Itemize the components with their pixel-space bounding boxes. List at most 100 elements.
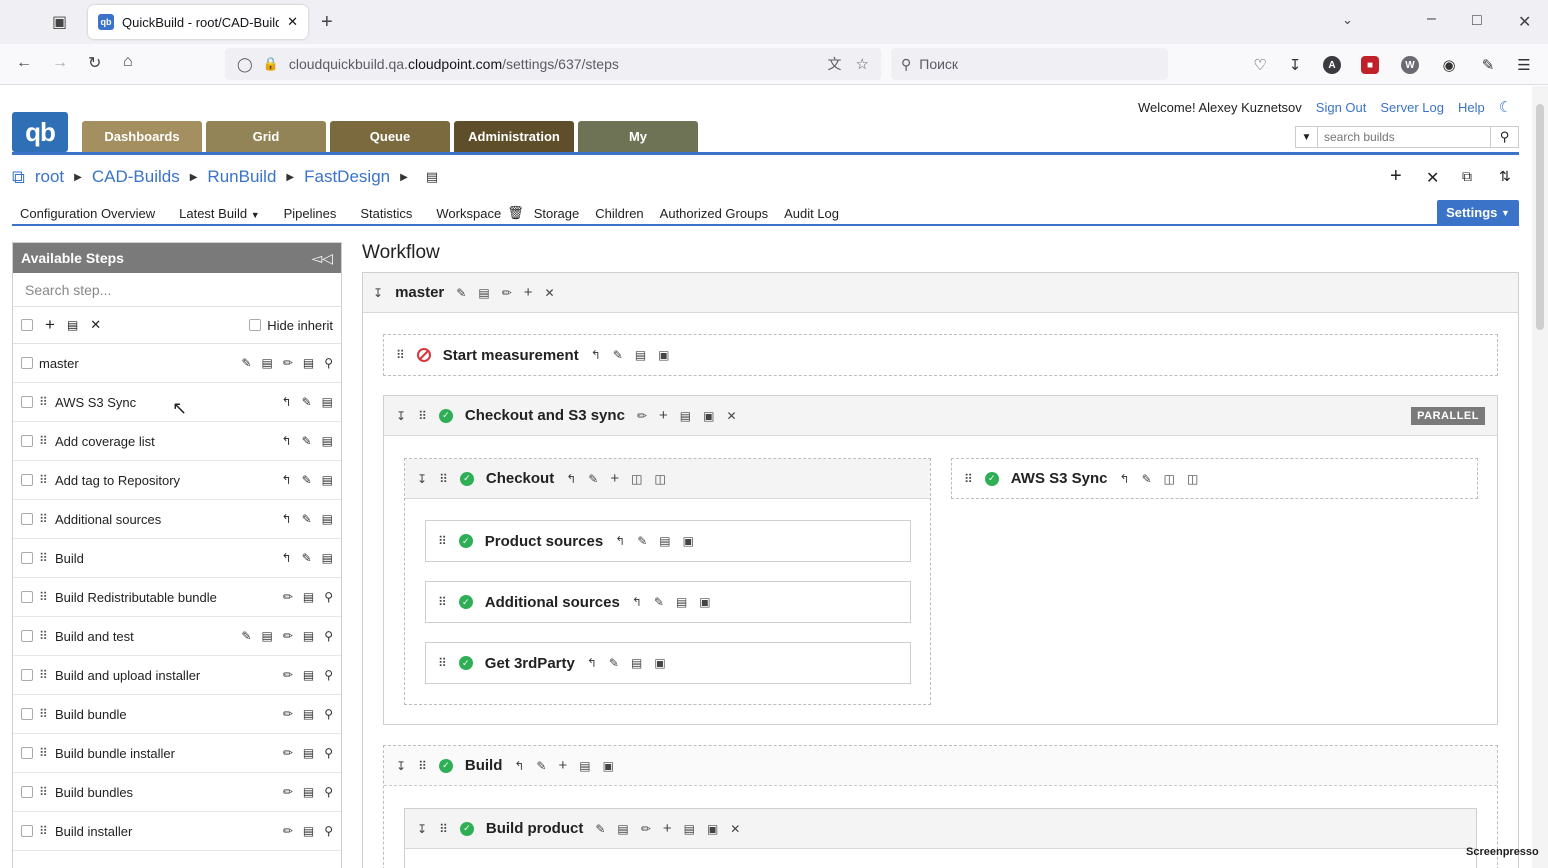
back-icon[interactable]: ←	[16, 54, 32, 72]
copy-config-icon[interactable]: ⧉	[12, 167, 25, 188]
pencil-icon[interactable]: ✏	[283, 356, 293, 370]
wrap-parallel-icon[interactable]: ◫	[1164, 472, 1175, 486]
close-tab-icon[interactable]: ✕	[287, 14, 298, 30]
breadcrumb-separator-icon[interactable]: ▶	[400, 172, 408, 183]
step-name[interactable]: Build installer	[55, 824, 277, 839]
step-name[interactable]: Build Redistributable bundle	[55, 590, 277, 605]
copy-icon[interactable]: ▤	[631, 656, 642, 670]
checkout-child-node[interactable]: ⠿ ✓ Additional sources ↰ ✎ ▤ ▣	[425, 581, 911, 623]
edit-icon[interactable]: ✎	[302, 434, 312, 448]
server-log-link[interactable]: Server Log	[1380, 100, 1444, 115]
copy-icon[interactable]: ▤	[303, 668, 314, 682]
pocket-icon[interactable]: ♡	[1249, 54, 1271, 76]
step-checkbox[interactable]	[21, 396, 33, 408]
copy-icon[interactable]: ▤	[303, 785, 314, 799]
downloads-icon[interactable]: ↧	[1284, 54, 1306, 76]
settings-button[interactable]: Settings ▼	[1437, 200, 1519, 225]
aws-s3-sync-name[interactable]: AWS S3 Sync	[1011, 470, 1108, 487]
drag-handle-icon[interactable]: ⠿	[39, 395, 49, 409]
url-bar[interactable]: ◯ 🔒 cloudquickbuild.qa. cloudpoint.com/se…	[225, 48, 881, 80]
subnav-children[interactable]: Children	[595, 206, 643, 221]
ublock-icon[interactable]: ■	[1359, 54, 1381, 76]
translate-icon[interactable]: 文	[828, 54, 842, 74]
pencil-icon[interactable]: ✏	[283, 590, 293, 604]
extension-w-icon[interactable]: W	[1399, 54, 1421, 76]
copy-icon[interactable]: ▤	[322, 434, 333, 448]
browser-search-bar[interactable]: ⚲ Поиск	[891, 48, 1168, 80]
step-checkbox[interactable]	[21, 513, 33, 525]
drag-handle-icon[interactable]: ⠿	[418, 759, 427, 773]
edit-icon[interactable]: ✎	[613, 348, 623, 362]
step-row[interactable]: ⠿ Build and test ✎ ▤ ✏ ▤ ⚲	[13, 617, 341, 656]
edit-icon[interactable]: ✎	[609, 656, 619, 670]
step-row[interactable]: ⠿ Build Redistributable bundle ✏ ▤ ⚲	[13, 578, 341, 617]
delete-config-icon[interactable]: ✕	[1426, 168, 1439, 188]
start-measurement-node[interactable]: ⠿ Start measurement ↰ ✎ ▤ ▣	[383, 334, 1498, 376]
step-row[interactable]: ⠿ Build and upload installer ✏ ▤ ⚲	[13, 656, 341, 695]
search-scope-dropdown-icon[interactable]: ▼	[1296, 127, 1318, 147]
help-link[interactable]: Help	[1458, 100, 1485, 115]
add-child-icon[interactable]: +	[659, 407, 668, 424]
edit-icon[interactable]: ✎	[241, 356, 251, 370]
master-step-name[interactable]: master	[395, 284, 444, 301]
remove-icon[interactable]: ✕	[545, 286, 555, 300]
copy-steps-icon[interactable]: ▤	[67, 318, 78, 332]
subnav-authorized-groups[interactable]: Authorized Groups	[660, 206, 768, 221]
step-name[interactable]: Additional sources	[55, 512, 276, 527]
view-icon[interactable]: ⚲	[324, 356, 333, 370]
subnav-latest-build[interactable]: Latest Build ▼	[171, 206, 259, 221]
inherit-icon[interactable]: ↰	[632, 595, 642, 609]
nav-tab-administration[interactable]: Administration	[454, 121, 574, 152]
step-checkbox[interactable]	[21, 825, 33, 837]
inherit-icon[interactable]: ↰	[282, 395, 292, 409]
step-name[interactable]: Build and test	[55, 629, 235, 644]
drag-handle-icon[interactable]: ⠿	[39, 746, 49, 760]
view-icon[interactable]: ⚲	[324, 629, 333, 643]
step-checkbox[interactable]	[21, 747, 33, 759]
start-measurement-name[interactable]: Start measurement	[443, 347, 579, 364]
copy-icon[interactable]: ▤	[322, 395, 333, 409]
wrap-icon[interactable]: ▣	[683, 534, 694, 548]
step-search-input[interactable]: Search step...	[13, 273, 341, 307]
pencil-icon[interactable]: ✏	[502, 286, 512, 300]
step-name[interactable]: Build and upload installer	[55, 668, 277, 683]
inherit-icon[interactable]: ↰	[591, 348, 601, 362]
copy-icon[interactable]: ▤	[303, 356, 314, 370]
home-icon[interactable]: ⌂	[123, 53, 133, 71]
copy-icon[interactable]: ▤	[684, 822, 695, 836]
build-name[interactable]: Build	[465, 757, 503, 774]
drag-handle-icon[interactable]: ⠿	[39, 551, 49, 565]
view-icon[interactable]: ⚲	[324, 824, 333, 838]
new-tab-icon[interactable]: +	[321, 11, 333, 34]
theme-moon-icon[interactable]: ☾	[1499, 98, 1512, 116]
page-scrollbar[interactable]	[1532, 86, 1548, 868]
step-checkbox[interactable]	[21, 435, 33, 447]
breadcrumb-runbuild[interactable]: RunBuild	[207, 167, 276, 187]
document-icon[interactable]: ▤	[261, 629, 272, 643]
edit-icon[interactable]: ✎	[595, 822, 605, 836]
checkout-name[interactable]: Checkout	[486, 470, 554, 487]
edit-icon[interactable]: ✎	[1142, 472, 1152, 486]
drag-handle-icon[interactable]: ⠿	[439, 822, 448, 836]
edit-icon[interactable]: ✎	[302, 395, 312, 409]
wrap-icon[interactable]: ▣	[703, 409, 714, 423]
document-icon[interactable]: ▤	[478, 286, 489, 300]
view-icon[interactable]: ⚲	[324, 707, 333, 721]
browser-tab[interactable]: qb QuickBuild - root/CAD-Builds/R ✕	[88, 5, 308, 39]
pencil-icon[interactable]: ✏	[283, 746, 293, 760]
wrap-sequential-icon[interactable]: ◫	[654, 472, 665, 486]
select-all-checkbox[interactable]	[21, 319, 33, 331]
inherit-icon[interactable]: ↰	[566, 472, 576, 486]
copy-icon[interactable]: ▤	[303, 707, 314, 721]
add-config-icon[interactable]: +	[1390, 165, 1402, 188]
subnav-storage[interactable]: Storage	[534, 206, 580, 221]
menu-icon[interactable]: ☰	[1513, 54, 1535, 76]
forward-icon[interactable]: →	[52, 54, 68, 72]
step-row[interactable]: ⠿ Build bundles ✏ ▤ ⚲	[13, 773, 341, 812]
checkout-s3-name[interactable]: Checkout and S3 sync	[465, 407, 625, 424]
nav-tab-grid[interactable]: Grid	[206, 121, 326, 152]
document-icon[interactable]: ▤	[261, 356, 272, 370]
search-builds-icon[interactable]: ⚲	[1490, 127, 1518, 147]
step-name[interactable]: Add coverage list	[55, 434, 276, 449]
delete-steps-icon[interactable]: ✕	[90, 317, 101, 333]
